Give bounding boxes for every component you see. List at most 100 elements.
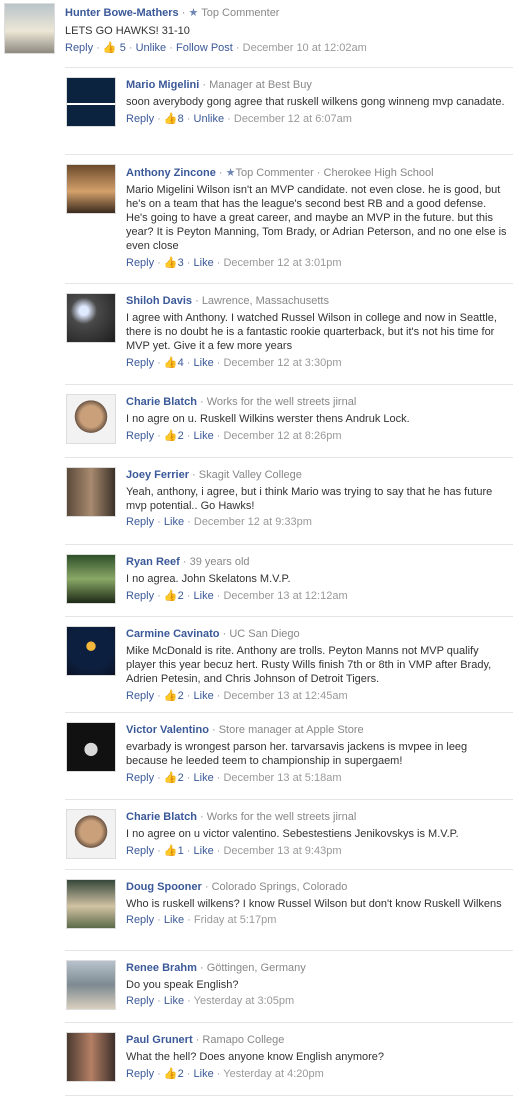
like-link[interactable]: Like xyxy=(194,357,214,369)
reply-link[interactable]: Reply xyxy=(126,516,154,528)
avatar[interactable] xyxy=(66,626,116,676)
avatar[interactable] xyxy=(66,722,116,772)
reply-text: I no agree on u victor valentino. Sebest… xyxy=(126,828,459,840)
author-name[interactable]: Mario Migelini xyxy=(126,79,199,91)
author-name[interactable]: Shiloh Davis xyxy=(126,295,192,307)
like-link[interactable]: Like xyxy=(164,914,184,926)
avatar[interactable] xyxy=(66,1032,116,1082)
author-name[interactable]: Charie Blatch xyxy=(126,396,197,408)
author-name[interactable]: Doug Spooner xyxy=(126,881,202,893)
thumbs-up-icon: 👍 xyxy=(163,257,178,269)
reply-link[interactable]: Reply xyxy=(126,430,154,442)
avatar[interactable] xyxy=(66,960,116,1010)
avatar[interactable] xyxy=(66,77,116,127)
timestamp[interactable]: December 12 at 6:07am xyxy=(234,113,352,125)
thumbs-up-icon: 👍 xyxy=(163,590,178,602)
reply-text: I agree with Anthony. I watched Russel W… xyxy=(126,312,497,352)
author-meta: 39 years old xyxy=(189,556,250,568)
timestamp[interactable]: Friday at 5:17pm xyxy=(194,914,277,926)
reply-text: Mike McDonald is rite. Anthony are troll… xyxy=(126,645,492,685)
thumbs-up-icon: 👍 xyxy=(163,113,178,125)
reply-text: Yeah, anthony, i agree, but i think Mari… xyxy=(126,486,493,512)
avatar[interactable] xyxy=(66,394,116,444)
like-link[interactable]: Like xyxy=(194,772,214,784)
comment-body: Hunter Bowe-Mathers · ★ Top Commenter LE… xyxy=(65,6,367,54)
timestamp[interactable]: December 12 at 3:30pm xyxy=(223,357,341,369)
reply-actions: Reply · Like · Friday at 5:17pm xyxy=(126,914,277,926)
author-meta: Top Commenter · Cherokee High School xyxy=(235,167,434,179)
reply-link[interactable]: Reply xyxy=(126,1068,154,1080)
reply-actions: Reply · Like · December 12 at 9:33pm xyxy=(126,516,312,528)
like-link[interactable]: Like xyxy=(194,845,214,857)
reply-link[interactable]: Reply xyxy=(65,42,93,54)
like-link[interactable]: Like xyxy=(164,516,184,528)
like-link[interactable]: Like xyxy=(194,590,214,602)
avatar[interactable] xyxy=(66,164,116,214)
thumbs-up-icon: 👍 xyxy=(163,690,178,702)
author-name[interactable]: Joey Ferrier xyxy=(126,469,189,481)
reply-link[interactable]: Reply xyxy=(126,113,154,125)
timestamp[interactable]: Yesterday at 4:20pm xyxy=(223,1068,324,1080)
author-meta: Skagit Valley College xyxy=(198,469,302,481)
unlike-link[interactable]: Unlike xyxy=(136,42,167,54)
avatar[interactable] xyxy=(66,809,116,859)
reply-body: Ryan Reef · 39 years old I no agrea. Joh… xyxy=(126,556,509,602)
timestamp[interactable]: December 13 at 9:43pm xyxy=(223,845,341,857)
reply-link[interactable]: Reply xyxy=(126,590,154,602)
reply-item: Charie Blatch · Works for the well stree… xyxy=(65,384,513,458)
avatar[interactable] xyxy=(4,3,55,54)
reply-body: Anthony Zincone · ★Top Commenter · Chero… xyxy=(126,166,509,269)
timestamp[interactable]: December 13 at 12:45am xyxy=(223,690,347,702)
reply-item: Anthony Zincone · ★Top Commenter · Chero… xyxy=(65,154,513,284)
like-count[interactable]: 5 xyxy=(120,42,126,54)
like-link[interactable]: Like xyxy=(194,257,214,269)
author-meta: Works for the well streets jirnal xyxy=(206,396,357,408)
reply-actions: Reply · 👍4 · Like · December 12 at 3:30p… xyxy=(126,357,342,369)
avatar[interactable] xyxy=(66,554,116,604)
timestamp[interactable]: December 12 at 9:33pm xyxy=(194,516,312,528)
like-link[interactable]: Like xyxy=(194,430,214,442)
author-name[interactable]: Victor Valentino xyxy=(126,724,209,736)
reply-body: Charie Blatch · Works for the well stree… xyxy=(126,811,509,857)
reply-link[interactable]: Reply xyxy=(126,772,154,784)
reply-text: Do you speak English? xyxy=(126,979,239,991)
reply-body: Charie Blatch · Works for the well stree… xyxy=(126,396,509,442)
reply-actions: Reply · 👍1 · Like · December 13 at 9:43p… xyxy=(126,845,342,857)
reply-body: Carmine Cavinato · UC San Diego Mike McD… xyxy=(126,628,509,702)
reply-link[interactable]: Reply xyxy=(126,995,154,1007)
timestamp[interactable]: December 10 at 12:02am xyxy=(243,42,367,54)
avatar[interactable] xyxy=(66,879,116,929)
author-name[interactable]: Carmine Cavinato xyxy=(126,628,220,640)
follow-post-link[interactable]: Follow Post xyxy=(176,42,233,54)
timestamp[interactable]: December 13 at 12:12am xyxy=(223,590,347,602)
author-name[interactable]: Renee Brahm xyxy=(126,962,197,974)
reply-link[interactable]: Reply xyxy=(126,257,154,269)
timestamp[interactable]: December 13 at 5:18am xyxy=(223,772,341,784)
reply-link[interactable]: Reply xyxy=(126,914,154,926)
timestamp[interactable]: December 12 at 3:01pm xyxy=(223,257,341,269)
reply-link[interactable]: Reply xyxy=(126,357,154,369)
timestamp[interactable]: Yesterday at 3:05pm xyxy=(194,995,295,1007)
author-name[interactable]: Hunter Bowe-Mathers xyxy=(65,7,179,19)
reply-actions: Reply · 👍8 · Unlike · December 12 at 6:0… xyxy=(126,113,352,125)
author-meta: Göttingen, Germany xyxy=(206,962,306,974)
like-link[interactable]: Like xyxy=(194,690,214,702)
author-name[interactable]: Anthony Zincone xyxy=(126,167,216,179)
timestamp[interactable]: December 12 at 8:26pm xyxy=(223,430,341,442)
reply-link[interactable]: Reply xyxy=(126,845,154,857)
reply-link[interactable]: Reply xyxy=(126,690,154,702)
like-link[interactable]: Like xyxy=(194,1068,214,1080)
author-meta: Store manager at Apple Store xyxy=(218,724,364,736)
comment-header: Hunter Bowe-Mathers · ★ Top Commenter xyxy=(65,6,367,19)
reply-actions: Reply · 👍2 · Like · December 13 at 12:45… xyxy=(126,690,348,702)
author-meta: Colorado Springs, Colorado xyxy=(211,881,348,893)
author-name[interactable]: Ryan Reef xyxy=(126,556,180,568)
avatar[interactable] xyxy=(66,293,116,343)
reply-item: Renee Brahm · Göttingen, Germany Do you … xyxy=(65,950,513,1023)
like-link[interactable]: Like xyxy=(164,995,184,1007)
author-name[interactable]: Charie Blatch xyxy=(126,811,197,823)
avatar[interactable] xyxy=(66,467,116,517)
author-name[interactable]: Paul Grunert xyxy=(126,1034,193,1046)
reply-actions: Reply · 👍2 · Like · December 12 at 8:26p… xyxy=(126,430,342,442)
like-link[interactable]: Unlike xyxy=(194,113,225,125)
